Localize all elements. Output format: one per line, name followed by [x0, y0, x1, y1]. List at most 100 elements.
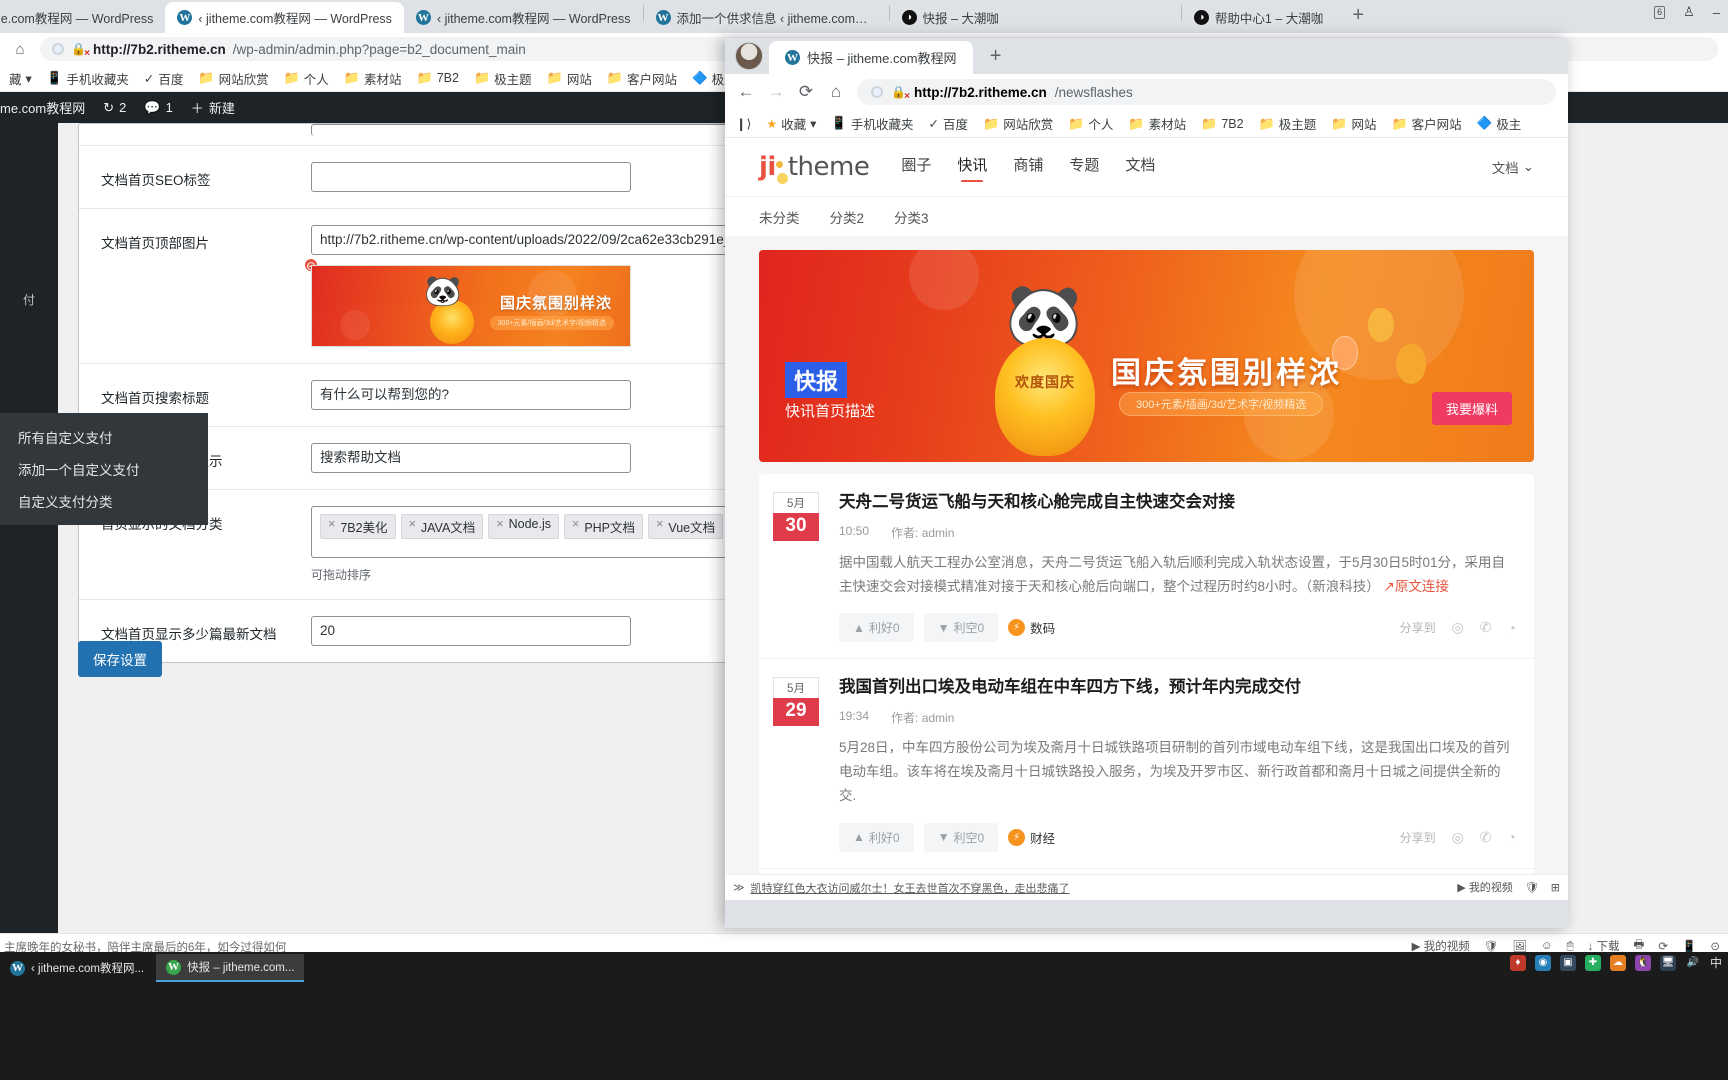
remove-tag-icon[interactable]: × [572, 517, 579, 536]
browser-tab[interactable]: ◑ 快报 – 大潮咖 [890, 2, 1011, 33]
sync-icon[interactable]: ⟳ [1658, 939, 1668, 953]
minimize-button[interactable]: – [1713, 5, 1720, 20]
sidebar-item-payment[interactable]: 付 [0, 291, 58, 308]
page-info-icon[interactable] [871, 86, 883, 98]
menu-item-add-custom-payment[interactable]: 添加一个自定义支付 [0, 453, 208, 485]
front-address-bar[interactable]: 🔒 http://7b2.ritheme.cn/newsflashes [857, 79, 1556, 105]
chevron-down-icon[interactable]: ▾ [810, 116, 816, 131]
bookmark-item[interactable]: 🔷 极主 [1472, 112, 1527, 135]
nav-item-kuaixun[interactable]: 快讯 [957, 154, 987, 180]
wp-updates[interactable]: ↻ 2 [103, 100, 126, 116]
front-browser-tab[interactable]: W 快报 – jitheme.com教程网 [769, 41, 973, 74]
more-icon[interactable]: ⊞ [1551, 881, 1560, 894]
bookmark-item[interactable]: ✓ 百度 [924, 112, 974, 135]
subnav-item-uncategorized[interactable]: 未分类 [759, 207, 800, 227]
subnav-item-category3[interactable]: 分类3 [894, 207, 929, 227]
bookmark-item[interactable]: 📁 网站 [542, 67, 597, 90]
bullish-button[interactable]: ▲ 利好0 [839, 613, 914, 643]
reload-icon[interactable]: ⟳ [797, 82, 815, 102]
remove-tag-icon[interactable]: × [328, 517, 335, 536]
search-title-input[interactable]: 有什么可以帮到您的? [311, 380, 631, 410]
tray-cloud-icon[interactable]: ☁ [1609, 954, 1626, 971]
new-tab-button[interactable]: + [1345, 4, 1371, 27]
header-right-menu[interactable]: 文档 ⌄ [1492, 157, 1534, 177]
profile-avatar[interactable] [735, 42, 763, 70]
category-tag[interactable]: ⚡ 财经 [1008, 828, 1055, 847]
tag-chip[interactable]: × 7B2美化 [320, 514, 396, 539]
promo-banner[interactable]: 🐼 欢度国庆 快报 快讯首页描述 国庆氛围别样浓 300+元素/插画/3d/艺术… [759, 250, 1534, 462]
save-settings-button[interactable]: 保存设置 [78, 641, 162, 677]
home-icon[interactable]: ⌂ [827, 82, 845, 102]
browser-tab[interactable]: W ‹ jitheme.com教程网 — WordPress [404, 2, 643, 33]
tray-app-icon[interactable]: ♦ [1509, 954, 1526, 971]
chevron-down-icon[interactable]: ▾ [26, 71, 32, 86]
remove-tag-icon[interactable]: × [656, 517, 663, 536]
qq-icon[interactable]: ◔ [1508, 829, 1516, 845]
bearish-button[interactable]: ▼ 利空0 [923, 822, 999, 852]
forward-icon[interactable]: → [767, 82, 785, 102]
bookmark-item[interactable]: 📱 手机收藏夹 [826, 112, 918, 135]
menu-item-custom-payment-category[interactable]: 自定义支付分类 [0, 485, 208, 517]
bookmark-item[interactable]: 📁 网站 [1326, 112, 1381, 135]
bookmark-item[interactable]: 📁 7B2 [412, 68, 464, 88]
image-preview[interactable]: 🐼 国庆氛围别样浓 300+元素/插画/3d/艺术字/视频精选 [311, 265, 631, 347]
submit-news-button[interactable]: 我要爆料 [1431, 392, 1512, 425]
newsflash-title[interactable]: 我国首列出口埃及电动车组在中车四方下线，预计年内完成交付 [839, 677, 1516, 698]
remove-tag-icon[interactable]: × [409, 517, 416, 536]
source-link[interactable]: ↗原文连接 [1384, 579, 1449, 594]
bookmark-item[interactable]: ★ 收藏 ▾ [761, 112, 821, 135]
bookmark-item[interactable]: 📁 个人 [279, 67, 334, 90]
emoji-icon[interactable]: ☺ [1541, 940, 1553, 952]
weibo-icon[interactable]: ◎ [1452, 619, 1464, 636]
tray-ime-indicator[interactable]: 中 [1710, 954, 1722, 971]
shield-icon[interactable]: 🛡 [1484, 939, 1499, 953]
tag-chip[interactable]: × Vue文档 [648, 514, 724, 539]
browser-tab[interactable]: W 添加一个供求信息 ‹ jitheme.com教程网 [644, 2, 889, 33]
bearish-button[interactable]: ▼ 利空0 [923, 613, 999, 643]
back-icon[interactable]: ← [737, 82, 755, 102]
bookmark-item[interactable]: ✓ 百度 [139, 67, 189, 90]
bookmark-item[interactable]: 📁 素材站 [339, 67, 407, 90]
newsflash-title[interactable]: 天舟二号货运飞船与天和核心舱完成自主快速交会对接 [839, 492, 1516, 513]
more-icon[interactable]: ⊙ [1710, 939, 1720, 953]
chevron-down-icon[interactable]: ⌄ [1523, 159, 1534, 175]
tag-chip[interactable]: × JAVA文档 [400, 514, 484, 539]
bookmark-item[interactable]: 📁 7B2 [1196, 114, 1248, 134]
newsflash-item[interactable]: 5月 30 天舟二号货运飞船与天和核心舱完成自主快速交会对接 10:50 作者:… [759, 474, 1534, 660]
browser-tab[interactable]: W theme.com教程网 — WordPress [0, 2, 165, 33]
wechat-icon[interactable]: ✆ [1480, 619, 1492, 636]
page-info-icon[interactable] [52, 43, 64, 55]
nav-item-shangpu[interactable]: 商铺 [1013, 154, 1043, 180]
payment-context-menu[interactable]: 所有自定义支付 添加一个自定义支付 自定义支付分类 [0, 413, 208, 525]
nav-item-wendang[interactable]: 文档 [1125, 154, 1155, 180]
mobile-icon[interactable]: 📱 [1682, 939, 1696, 953]
bookmark-item[interactable]: 📁 极主题 [469, 67, 537, 90]
nav-item-zhuanti[interactable]: 专题 [1069, 154, 1099, 180]
wp-site-name[interactable]: me.com教程网 [0, 98, 85, 117]
tray-network-icon[interactable]: ◉ [1534, 954, 1551, 971]
shield-icon[interactable]: 🛡 [1525, 881, 1539, 894]
wechat-icon[interactable]: ✆ [1480, 829, 1492, 846]
weibo-icon[interactable]: ◎ [1452, 829, 1464, 846]
wp-comments[interactable]: 💬 1 [144, 100, 172, 116]
bookmark-item[interactable]: 📁 素材站 [1123, 112, 1191, 135]
site-logo[interactable]: ji theme [759, 152, 870, 184]
bookmark-item[interactable]: 📁 个人 [1063, 112, 1118, 135]
remove-tag-icon[interactable]: × [496, 517, 503, 536]
bookmark-item[interactable]: 📁 网站欣赏 [193, 67, 273, 90]
bullish-button[interactable]: ▲ 利好0 [839, 822, 914, 852]
qq-icon[interactable]: ◔ [1508, 620, 1516, 636]
tab-count-badge[interactable]: 6 [1654, 5, 1666, 19]
browser-tab[interactable]: ◑ 帮助中心1 – 大潮咖 [1182, 2, 1335, 33]
wp-new[interactable]: ＋新建 [191, 98, 235, 117]
tray-volume-icon[interactable]: 🔊 [1685, 955, 1701, 971]
tag-chip[interactable]: × PHP文档 [564, 514, 644, 539]
bookmark-item[interactable]: 📱 手机收藏夹 [42, 67, 134, 90]
search-placeholder-input[interactable]: 搜索帮助文档 [311, 443, 631, 473]
seo-tag-input[interactable] [311, 162, 631, 192]
menu-item-all-custom-payments[interactable]: 所有自定义支付 [0, 421, 208, 453]
taskbar-item[interactable]: W ‹ jitheme.com教程网... [0, 954, 154, 982]
shirt-icon[interactable]: ♙ [1683, 4, 1695, 20]
mouse-icon[interactable]: 🖱 [1567, 940, 1574, 953]
bookmark-item[interactable]: 📁 极主题 [1254, 112, 1322, 135]
